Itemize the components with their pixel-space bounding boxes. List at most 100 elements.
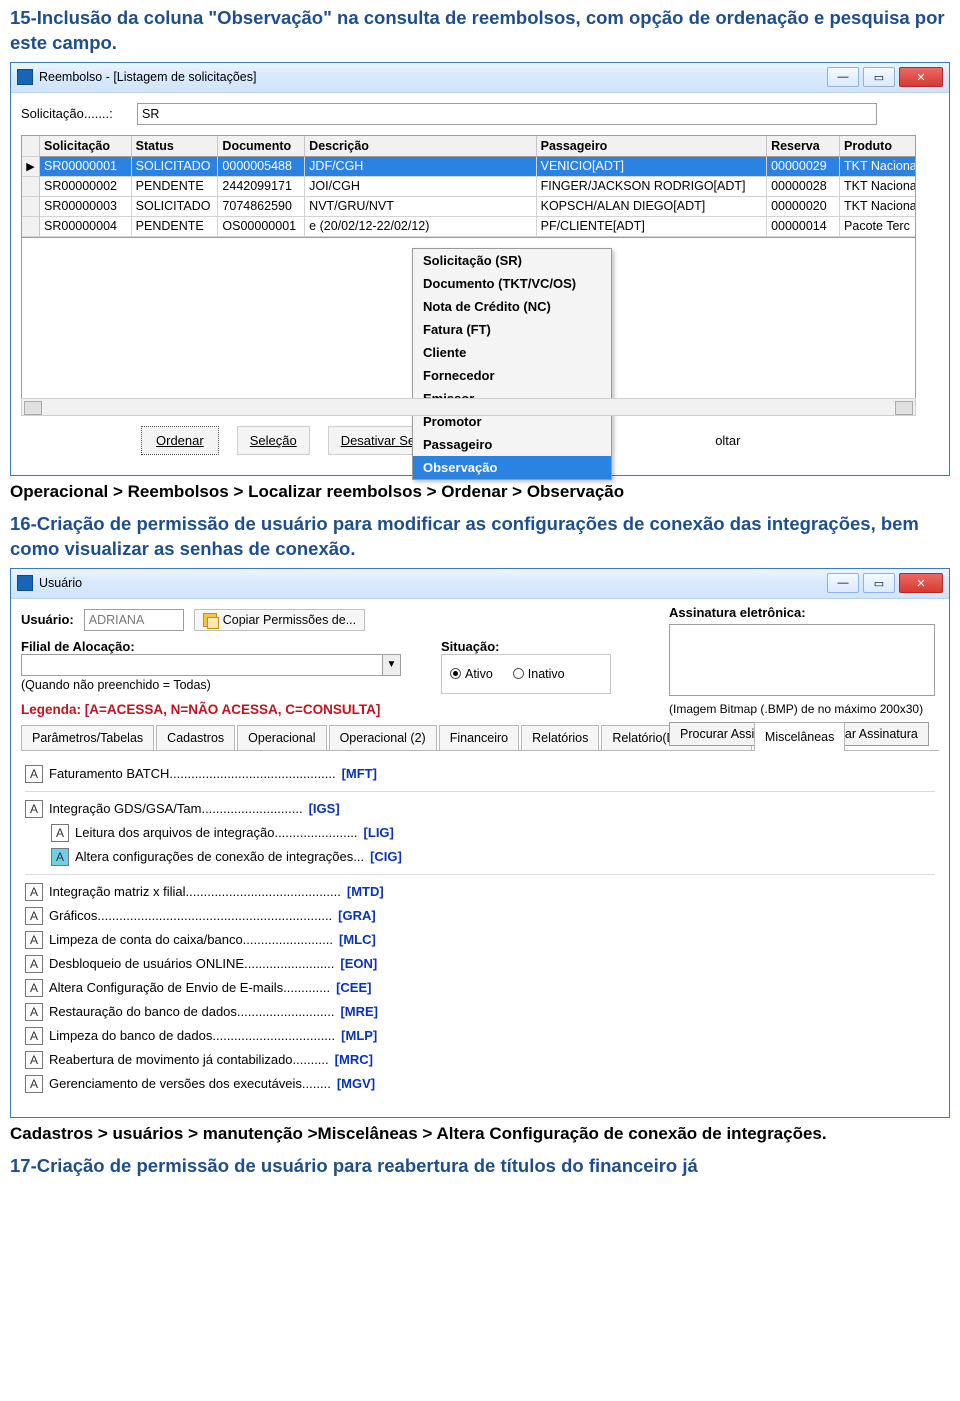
col-descricao[interactable]: Descrição — [305, 136, 536, 157]
perm-code: [MGV] — [337, 1076, 375, 1091]
minimize-button[interactable]: — — [827, 573, 859, 593]
perm-code: [MFT] — [342, 766, 377, 781]
perm-text: Limpeza do banco de dados...............… — [49, 1028, 335, 1043]
col-status[interactable]: Status — [132, 136, 219, 157]
permission-tabs: Parâmetros/TabelasCadastrosOperacionalOp… — [21, 721, 939, 751]
perm-flag[interactable]: A — [25, 955, 43, 973]
tab[interactable]: Operacional (2) — [329, 725, 437, 750]
permissions-list: A Faturamento BATCH......................… — [21, 751, 939, 1107]
maximize-button[interactable]: ▭ — [863, 67, 895, 87]
permission-row[interactable]: AGráficos...............................… — [25, 907, 935, 925]
solicitacao-label: Solicitação.......: — [21, 106, 131, 121]
perm-code: [EON] — [340, 956, 377, 971]
menu-item[interactable]: Cliente — [413, 341, 611, 364]
perm-flag[interactable]: A — [25, 979, 43, 997]
inativo-radio[interactable]: Inativo — [513, 667, 565, 681]
permission-row[interactable]: ADesbloqueio de usuários ONLINE.........… — [25, 955, 935, 973]
perm-code: [MTD] — [347, 884, 384, 899]
usuario-input[interactable] — [84, 609, 184, 631]
perm-flag[interactable]: A — [25, 1003, 43, 1021]
ordenar-button[interactable]: Ordenar — [141, 426, 219, 455]
perm-text: Limpeza de conta do caixa/banco.........… — [49, 932, 333, 947]
perm-text: Reabertura de movimento já contabilizado… — [49, 1052, 329, 1067]
table-row[interactable]: SR00000002PENDENTE2442099171JOI/CGHFINGE… — [22, 177, 915, 197]
reembolso-window: Reembolso - [Listagem de solicitações] —… — [10, 62, 950, 476]
rowmark — [22, 217, 40, 237]
permission-row[interactable]: A Faturamento BATCH......................… — [25, 765, 935, 783]
chevron-down-icon[interactable]: ▼ — [382, 655, 400, 675]
perm-flag[interactable]: A — [25, 931, 43, 949]
ordenar-context-menu[interactable]: Solicitação (SR)Documento (TKT/VC/OS)Not… — [412, 248, 612, 480]
tab[interactable]: Cadastros — [156, 725, 235, 750]
tab[interactable]: Operacional — [237, 725, 326, 750]
perm-code: [MLC] — [339, 932, 376, 947]
situacao-label: Situação: — [441, 639, 611, 654]
section-15-title: 15-Inclusão da coluna "Observação" na co… — [10, 6, 950, 56]
perm-code: [MRC] — [335, 1052, 373, 1067]
permission-row[interactable]: AIntegração GDS/GSA/Tam.................… — [25, 800, 935, 818]
rowmark — [22, 197, 40, 217]
perm-text: Faturamento BATCH.......................… — [49, 766, 336, 781]
permission-row[interactable]: A Integração matriz x filial.............… — [25, 883, 935, 901]
perm-flag[interactable]: A — [25, 800, 43, 818]
permission-row[interactable]: A Leitura dos arquivos de integração.....… — [51, 824, 935, 842]
close-button[interactable]: ✕ — [899, 67, 943, 87]
menu-item[interactable]: Fornecedor — [413, 364, 611, 387]
selecao-button[interactable]: Seleção — [237, 426, 310, 455]
window-title: Reembolso - [Listagem de solicitações] — [39, 70, 256, 84]
perm-text: Integração matriz x filial..............… — [49, 884, 341, 899]
tab[interactable]: Financeiro — [439, 725, 519, 750]
voltar-partial[interactable]: oltar — [715, 433, 740, 448]
perm-text: Altera Configuração de Envio de E-mails.… — [49, 980, 330, 995]
col-passageiro[interactable]: Passageiro — [537, 136, 767, 157]
menu-item[interactable]: Solicitação (SR) — [413, 249, 611, 272]
permission-row[interactable]: A Limpeza de conta do caixa/banco........… — [25, 931, 935, 949]
tab[interactable]: Parâmetros/Tabelas — [21, 725, 154, 750]
tab[interactable]: Relatórios — [521, 725, 599, 750]
perm-flag[interactable]: A — [25, 883, 43, 901]
perm-text: Restauração do banco de dados...........… — [49, 1004, 334, 1019]
menu-item[interactable]: Passageiro — [413, 433, 611, 456]
col-reserva[interactable]: Reserva — [767, 136, 840, 157]
perm-text: Leitura dos arquivos de integração......… — [75, 825, 358, 840]
perm-flag[interactable]: A — [25, 765, 43, 783]
permission-row[interactable]: A Reabertura de movimento já contabilizad… — [25, 1051, 935, 1069]
permission-row[interactable]: A Limpeza do banco de dados..............… — [25, 1027, 935, 1045]
table-row[interactable]: SR00000004PENDENTEOS00000001e (20/02/12-… — [22, 217, 915, 237]
permission-row[interactable]: A Altera Configuração de Envio de E-mails… — [25, 979, 935, 997]
menu-item[interactable]: Fatura (FT) — [413, 318, 611, 341]
perm-flag[interactable]: A — [25, 1075, 43, 1093]
perm-flag[interactable]: A — [25, 1027, 43, 1045]
permission-row[interactable]: AGerenciamento de versões dos executávei… — [25, 1075, 935, 1093]
col-produto[interactable]: Produto — [840, 136, 915, 157]
table-row[interactable]: SR00000003SOLICITADO7074862590NVT/GRU/NV… — [22, 197, 915, 217]
reembolso-grid[interactable]: Solicitação Status Documento Descrição P… — [21, 135, 916, 238]
maximize-button[interactable]: ▭ — [863, 573, 895, 593]
solicitacao-input[interactable] — [137, 103, 877, 125]
perm-flag[interactable]: A — [25, 907, 43, 925]
permission-row[interactable]: A Restauração do banco de dados..........… — [25, 1003, 935, 1021]
perm-code: [CIG] — [370, 849, 402, 864]
col-solicitacao[interactable]: Solicitação — [40, 136, 132, 157]
assinatura-label: Assinatura eletrônica: — [669, 605, 935, 620]
ativo-radio[interactable]: Ativo — [450, 667, 493, 681]
perm-flag[interactable]: A — [51, 824, 69, 842]
perm-flag[interactable]: A — [25, 1051, 43, 1069]
copiar-permissoes-button[interactable]: Copiar Permissões de... — [194, 609, 365, 631]
minimize-button[interactable]: — — [827, 67, 859, 87]
table-row[interactable]: ▶SR00000001SOLICITADO0000005488JDF/CGHVE… — [22, 157, 915, 177]
app-icon — [17, 69, 33, 85]
menu-item[interactable]: Observação — [413, 456, 611, 479]
menu-item[interactable]: Documento (TKT/VC/OS) — [413, 272, 611, 295]
filial-combo[interactable]: ▼ — [21, 654, 401, 676]
tab[interactable]: Miscelâneas — [754, 722, 845, 751]
perm-flag[interactable]: A — [51, 848, 69, 866]
perm-code: [LIG] — [364, 825, 394, 840]
menu-item[interactable]: Nota de Crédito (NC) — [413, 295, 611, 318]
filial-label: Filial de Alocação: — [21, 639, 401, 654]
close-button[interactable]: ✕ — [899, 573, 943, 593]
col-documento[interactable]: Documento — [218, 136, 305, 157]
horizontal-scrollbar[interactable] — [21, 398, 916, 416]
perm-code: [MLP] — [341, 1028, 377, 1043]
permission-row[interactable]: AAltera configurações de conexão de inte… — [51, 848, 935, 866]
